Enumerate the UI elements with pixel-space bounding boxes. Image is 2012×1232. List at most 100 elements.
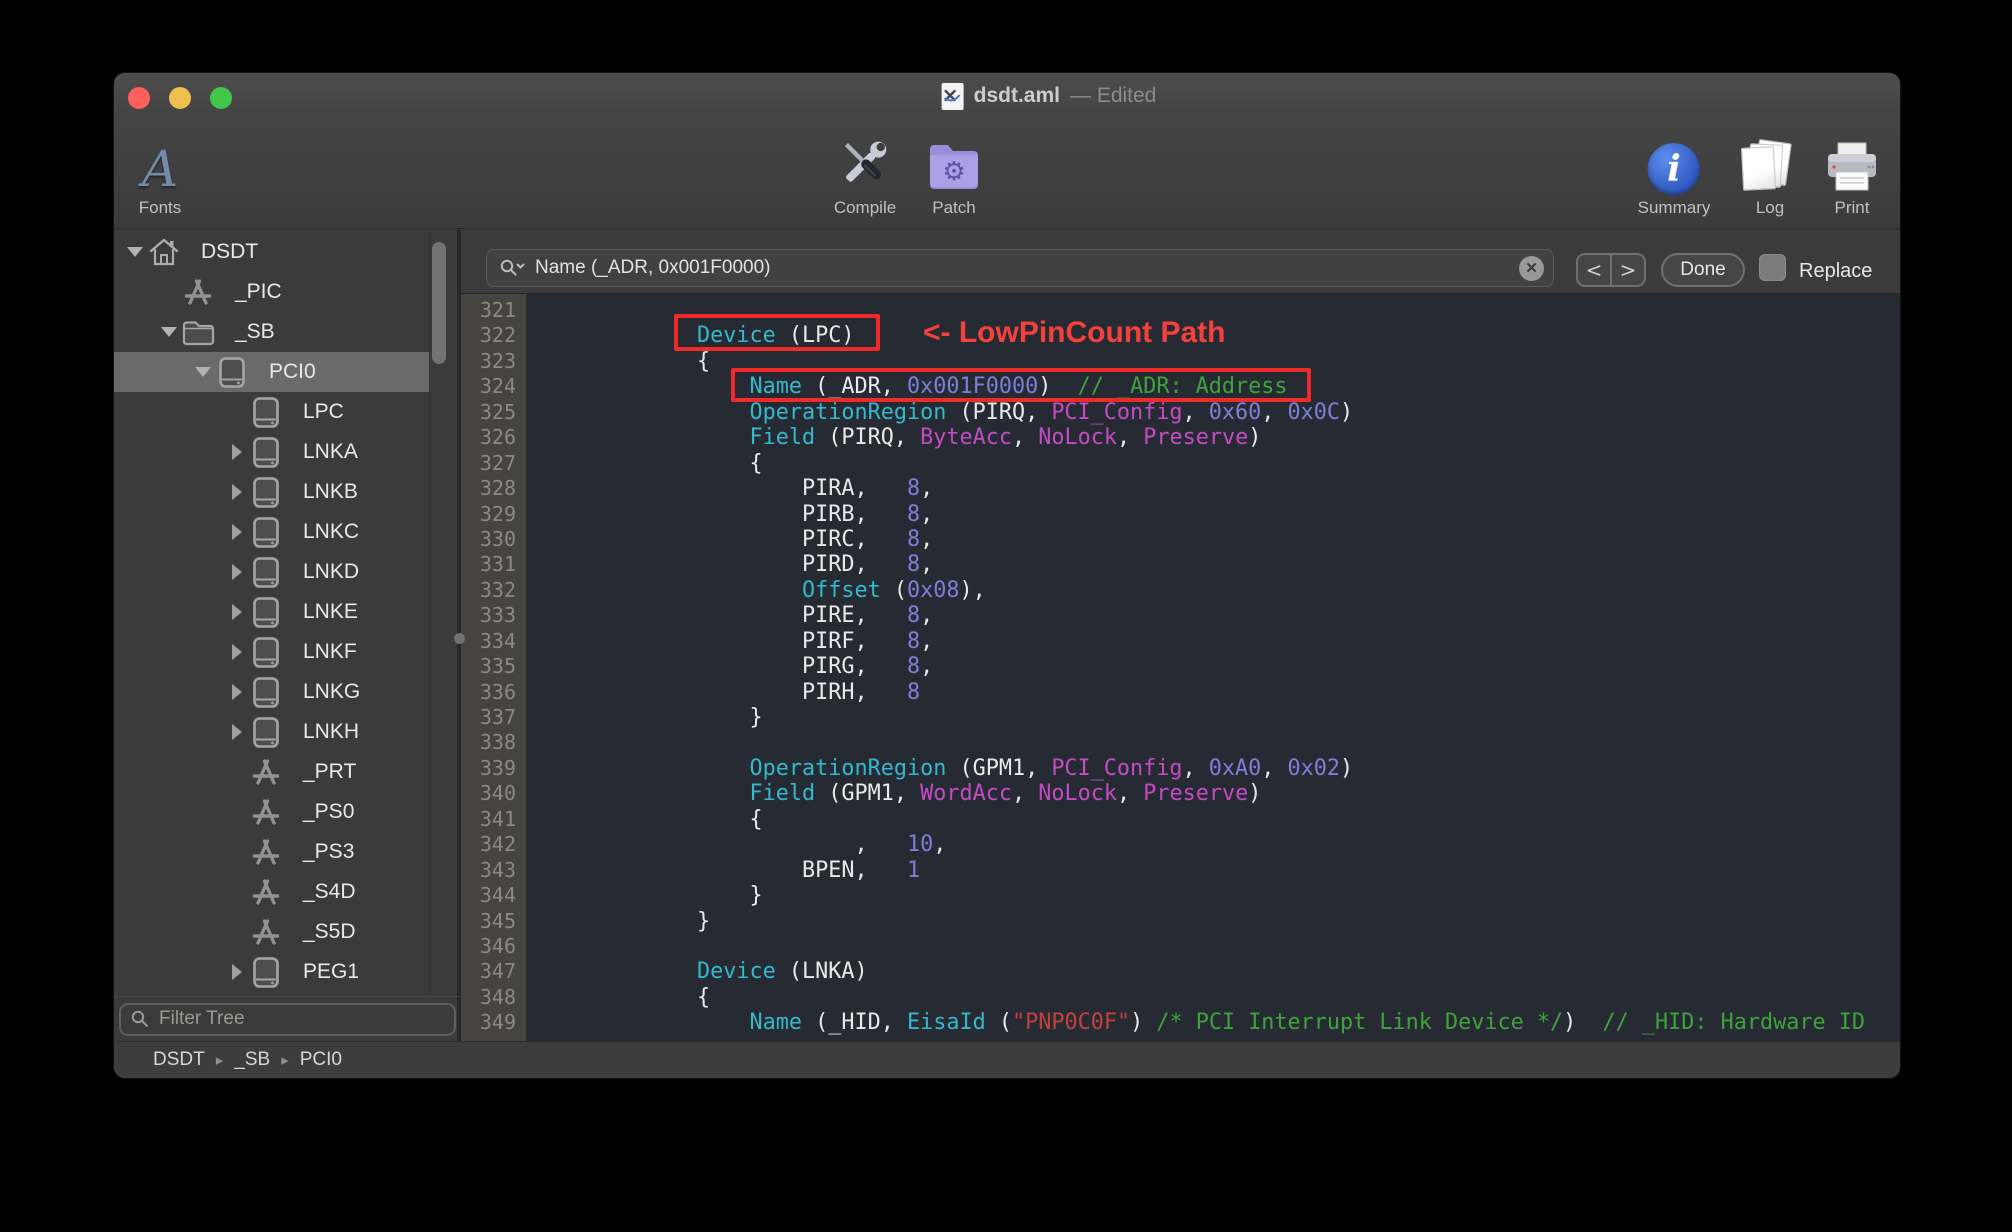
breadcrumb-separator-icon: ▸ — [281, 1052, 289, 1069]
sidebar-item-dsdt[interactable]: DSDT — [114, 232, 429, 272]
code-line-329[interactable]: PIRB, 8, — [592, 502, 1900, 527]
disclosure-closed-icon[interactable] — [232, 964, 242, 980]
house-icon — [149, 238, 179, 266]
find-previous-button[interactable]: < — [1578, 255, 1612, 285]
disclosure-closed-icon[interactable] — [232, 644, 242, 660]
code-line-345[interactable]: } — [592, 909, 1900, 934]
sidebar-item-_sb[interactable]: _SB — [114, 312, 429, 352]
sidebar-item-_s4d[interactable]: _S4D — [114, 872, 429, 912]
breadcrumb-dsdt[interactable]: DSDT — [153, 1049, 205, 1071]
toolbar-item-fonts[interactable]: A Fonts — [139, 121, 182, 218]
filter-tree-input[interactable]: Filter Tree — [119, 1002, 456, 1036]
code-line-348[interactable]: { — [592, 985, 1900, 1010]
code-line-337[interactable]: } — [592, 705, 1900, 730]
code-line-346[interactable] — [592, 934, 1900, 959]
code-line-331[interactable]: PIRD, 8, — [592, 552, 1900, 577]
tree-item-label: LNKA — [303, 440, 358, 463]
sidebar-scrollbar-thumb[interactable] — [432, 242, 446, 364]
code-line-339[interactable]: OperationRegion (GPM1, PCI_Config, 0xA0,… — [592, 756, 1900, 781]
sidebar-item-lnkc[interactable]: LNKC — [114, 512, 429, 552]
sidebar-item-_s5d[interactable]: _S5D — [114, 912, 429, 952]
code-line-336[interactable]: PIRH, 8 — [592, 680, 1900, 705]
device-icon — [253, 436, 279, 468]
code-line-333[interactable]: PIRE, 8, — [592, 603, 1900, 628]
code-line-326[interactable]: Field (PIRQ, ByteAcc, NoLock, Preserve) — [592, 425, 1900, 450]
toolbar-item-print[interactable]: Print — [1823, 121, 1881, 218]
disclosure-closed-icon[interactable] — [232, 484, 242, 500]
window-header: dsdt.aml — Edited A Fonts Compile ⚙ Patch i Su… — [114, 73, 1900, 229]
tree-item-label: LNKF — [303, 640, 357, 663]
tree-item-label: LNKD — [303, 560, 360, 583]
disclosure-open-icon[interactable] — [195, 367, 211, 377]
code-line-342[interactable]: , 10, — [592, 832, 1900, 857]
code-line-338[interactable] — [592, 730, 1900, 755]
breadcrumb-pci0[interactable]: PCI0 — [300, 1049, 342, 1071]
sidebar-item-lnkb[interactable]: LNKB — [114, 472, 429, 512]
sidebar-item-pci0[interactable]: PCI0 — [114, 352, 429, 392]
sidebar-item-lnkh[interactable]: LNKH — [114, 712, 429, 752]
close-button[interactable] — [128, 87, 150, 109]
code-line-343[interactable]: BPEN, 1 — [592, 858, 1900, 883]
code-line-321[interactable] — [592, 298, 1900, 323]
replace-checkbox[interactable] — [1759, 254, 1786, 281]
code-line-330[interactable]: PIRC, 8, — [592, 527, 1900, 552]
toolbar-label-summary: Summary — [1637, 198, 1711, 217]
code-line-340[interactable]: Field (GPM1, WordAcc, NoLock, Preserve) — [592, 781, 1900, 806]
line-number: 327 — [479, 450, 516, 475]
toolbar-item-summary[interactable]: i Summary — [1637, 121, 1711, 218]
code-line-334[interactable]: PIRF, 8, — [592, 629, 1900, 654]
code-line-335[interactable]: PIRG, 8, — [592, 654, 1900, 679]
toolbar-label-fonts: Fonts — [138, 198, 182, 217]
sidebar-item-_ps0[interactable]: _PS0 — [114, 792, 429, 832]
breadcrumb-_sb[interactable]: _SB — [234, 1049, 270, 1071]
sidebar-item-peg1[interactable]: PEG1 — [114, 952, 429, 992]
toolbar-item-patch[interactable]: ⚙ Patch — [924, 121, 984, 218]
sidebar-item-_pic[interactable]: _PIC — [114, 272, 429, 312]
sidebar-item-_ps3[interactable]: _PS3 — [114, 832, 429, 872]
search-query-text: Name (_ADR, 0x001F0000) — [535, 257, 771, 278]
code-line-324[interactable]: Name (_ADR, 0x001F0000) // _ADR: Address — [592, 374, 1900, 399]
disclosure-closed-icon[interactable] — [232, 444, 242, 460]
code-line-349[interactable]: Name (_HID, EisaId ("PNP0C0F") /* PCI In… — [592, 1010, 1900, 1035]
line-number: 340 — [479, 781, 516, 806]
disclosure-closed-icon[interactable] — [232, 684, 242, 700]
line-number: 324 — [479, 374, 516, 399]
disclosure-open-icon[interactable] — [127, 247, 143, 257]
code-line-323[interactable]: { — [592, 349, 1900, 374]
code-line-328[interactable]: PIRA, 8, — [592, 476, 1900, 501]
toolbar-item-log[interactable]: Log — [1740, 121, 1798, 218]
compile-tools-icon — [845, 141, 887, 182]
sidebar-item-lnka[interactable]: LNKA — [114, 432, 429, 472]
toolbar-item-compile[interactable]: Compile — [834, 121, 896, 218]
minimize-button[interactable] — [169, 87, 191, 109]
sidebar-item-lnkf[interactable]: LNKF — [114, 632, 429, 672]
find-next-button[interactable]: > — [1612, 255, 1644, 285]
sidebar-item-lnkd[interactable]: LNKD — [114, 552, 429, 592]
disclosure-closed-icon[interactable] — [232, 524, 242, 540]
code-text[interactable]: Device (LPC) { Name (_ADR, 0x001F0000) /… — [527, 294, 1900, 1041]
clear-search-icon[interactable]: ✕ — [1519, 255, 1544, 281]
sidebar-item-lnke[interactable]: LNKE — [114, 592, 429, 632]
sidebar-item-_prt[interactable]: _PRT — [114, 752, 429, 792]
log-pages-icon — [1740, 138, 1798, 195]
code-line-347[interactable]: Device (LNKA) — [592, 959, 1900, 984]
disclosure-closed-icon[interactable] — [232, 604, 242, 620]
document-proxy-icon[interactable] — [941, 82, 964, 110]
disclosure-closed-icon[interactable] — [232, 724, 242, 740]
code-line-322[interactable]: Device (LPC) — [592, 323, 1900, 348]
code-line-332[interactable]: Offset (0x08), — [592, 578, 1900, 603]
sidebar-item-lnkg[interactable]: LNKG — [114, 672, 429, 712]
zoom-button[interactable] — [210, 87, 232, 109]
code-line-327[interactable]: { — [592, 451, 1900, 476]
code-line-341[interactable]: { — [592, 807, 1900, 832]
code-line-344[interactable]: } — [592, 883, 1900, 908]
done-button[interactable]: Done — [1661, 253, 1745, 287]
search-menu-icon[interactable] — [499, 258, 526, 278]
disclosure-closed-icon[interactable] — [232, 564, 242, 580]
sidebar-item-lpc[interactable]: LPC — [114, 392, 429, 432]
title-edited-suffix: — Edited — [1069, 84, 1157, 107]
search-input[interactable]: Name (_ADR, 0x001F0000) ✕ — [486, 249, 1554, 287]
splitter-handle[interactable] — [454, 633, 465, 644]
disclosure-open-icon[interactable] — [161, 327, 177, 337]
code-line-325[interactable]: OperationRegion (PIRQ, PCI_Config, 0x60,… — [592, 400, 1900, 425]
